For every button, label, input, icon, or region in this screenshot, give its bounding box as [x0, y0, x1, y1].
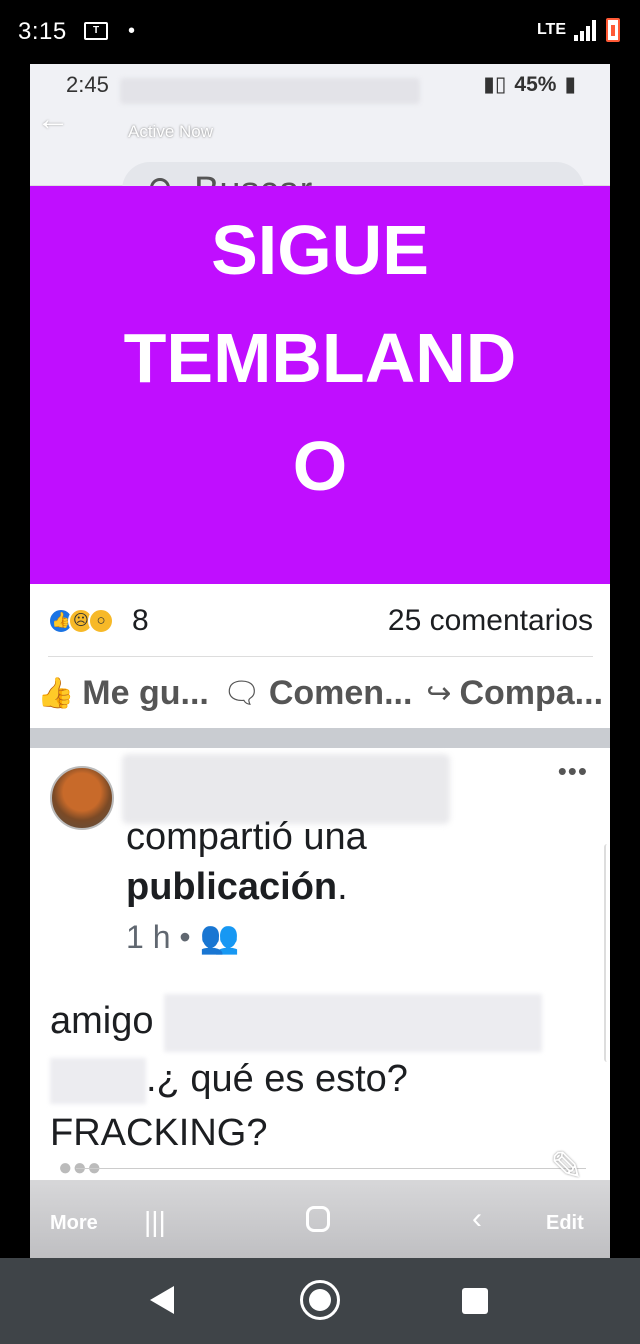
avatar[interactable] — [50, 766, 114, 830]
banner-line-3: O — [292, 427, 348, 505]
divider — [76, 1168, 586, 1169]
body-word-amigo: amigo — [50, 1000, 154, 1043]
comment-label: Comen... — [268, 673, 413, 712]
inner-status-icons: ▮▯ 45% ▮ — [483, 72, 576, 97]
blurred-mention[interactable] — [164, 994, 543, 1052]
inner-status-bar: 2:45 ▮▯ 45% ▮ — [30, 64, 610, 110]
inner-time: 2:45 — [66, 72, 109, 97]
device-status-icons: LTE — [537, 18, 620, 42]
edit-button[interactable]: Edit — [546, 1212, 584, 1235]
post-actions: 👍 Me gu... 🗨 Comen... ↪ Compa... — [30, 668, 610, 718]
thumbs-up-icon: 👍 — [36, 676, 75, 710]
search-nav-bar: ← Buscar — [30, 110, 610, 218]
reaction-count[interactable]: 8 — [132, 604, 149, 638]
signal-icon: ▮▯ — [483, 73, 507, 96]
publication-link[interactable]: publicación — [126, 866, 337, 908]
reactions-row: 👍 ☹ ○ 8 25 comentarios — [48, 602, 593, 646]
pencil-icon[interactable]: ✎ — [550, 1144, 584, 1190]
comment-icon: 🗨 — [222, 676, 261, 710]
blurred-mention-2[interactable] — [50, 1057, 146, 1104]
nav-recents-icon[interactable] — [462, 1288, 488, 1314]
editor-bottom-bar: ✎ More ||| ‹ Edit — [30, 1145, 610, 1258]
like-label: Me gu... — [82, 673, 209, 712]
wow-reaction-icon: ○ — [88, 608, 114, 634]
shared-end: . — [337, 866, 348, 908]
overlay-back-icon[interactable]: ← — [36, 100, 70, 139]
post-image-banner[interactable]: SIGUE TEMBLAND O — [30, 186, 610, 584]
home-icon[interactable] — [306, 1206, 330, 1232]
blurred-area — [120, 78, 420, 104]
divider — [48, 656, 593, 657]
banner-line-1: SIGUE — [211, 211, 429, 289]
time-label: 1 h — [126, 919, 171, 955]
nav-home-icon[interactable] — [300, 1280, 340, 1320]
more-button[interactable]: More — [50, 1212, 98, 1235]
like-button[interactable]: 👍 Me gu... — [37, 668, 209, 718]
device-status-bar: 3:15 T • LTE — [0, 0, 640, 64]
time-separator: • — [179, 919, 191, 955]
nav-back-icon[interactable] — [150, 1286, 174, 1314]
body-fracking: FRACKING? — [50, 1112, 268, 1154]
screenshot-area: 2:45 ▮▯ 45% ▮ ← Buscar ← Active Now SIGU… — [30, 64, 610, 1258]
post-header: compartió una publicación. ••• 1 h • 👥 — [30, 754, 610, 956]
shared-text: compartió una publicación. — [126, 812, 367, 912]
share-label: Compa... — [459, 673, 604, 712]
back-chevron-icon[interactable]: ‹ — [472, 1202, 482, 1236]
share-icon: ↪ — [426, 676, 452, 710]
post-body: amigo .¿ qué es esto? FRACKING? — [50, 994, 590, 1160]
section-separator — [30, 728, 610, 748]
shared-label: compartió una — [126, 816, 367, 858]
banner-line-2: TEMBLAND — [123, 319, 517, 397]
signal-icon — [574, 19, 598, 41]
notification-icon: T — [84, 22, 108, 40]
battery-icon: ▮ — [564, 73, 576, 96]
friends-icon: 👥 — [199, 919, 240, 955]
device-nav-bar — [0, 1258, 640, 1344]
comment-button[interactable]: 🗨 Comen... — [223, 668, 413, 718]
device-time: 3:15 — [18, 18, 67, 45]
more-options-icon[interactable]: ••• — [558, 756, 588, 787]
post-timestamp[interactable]: 1 h • 👥 — [126, 918, 239, 956]
network-label: LTE — [536, 21, 566, 38]
notification-dot: • — [128, 20, 136, 42]
scroll-indicator — [604, 844, 610, 1062]
inner-battery: 45% — [514, 72, 557, 96]
body-question: .¿ qué es esto? — [146, 1058, 408, 1100]
comments-count[interactable]: 25 comentarios — [388, 604, 593, 638]
active-now-label: Active Now — [128, 122, 214, 141]
reaction-icons[interactable]: 👍 ☹ ○ — [48, 608, 114, 634]
share-button[interactable]: ↪ Compa... — [426, 668, 603, 718]
battery-icon — [606, 18, 620, 42]
recent-apps-icon[interactable]: ||| — [144, 1206, 166, 1238]
